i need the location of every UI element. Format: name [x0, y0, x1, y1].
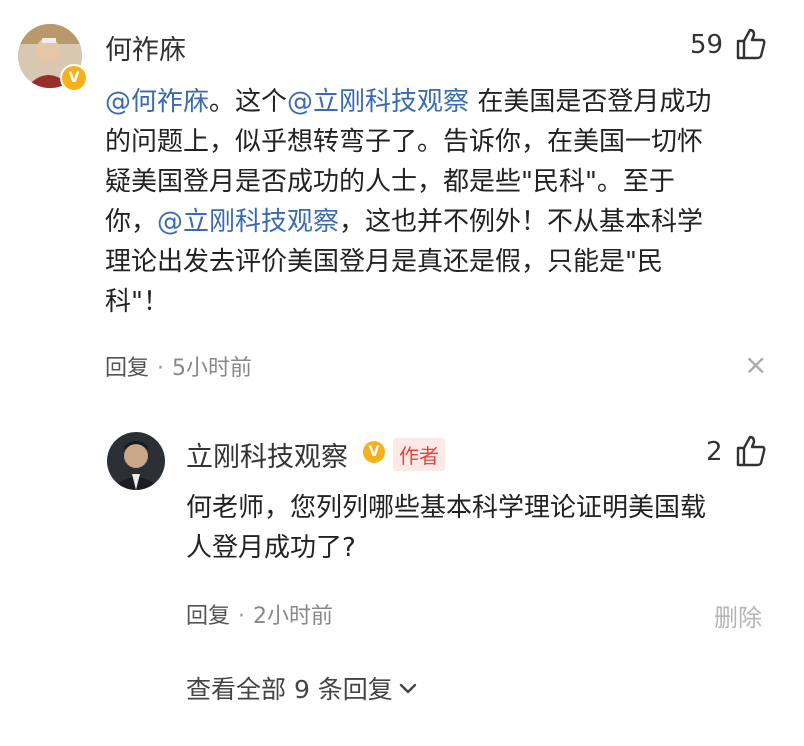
comment-timestamp: 5小时前 [172, 356, 253, 381]
avatar-image [107, 432, 165, 490]
comment-line-6: 科"！ [105, 287, 169, 317]
comment-line-3: 疑美国登月是否成功的人士，都是些"民科"。至于 [105, 167, 675, 197]
separator-dot: · [157, 356, 165, 381]
text-span: 在美国是否登月成功 [477, 87, 712, 117]
thumbs-up-icon[interactable] [734, 434, 768, 468]
mention-link[interactable]: @何祚庥 [105, 87, 209, 117]
reply-button[interactable]: 回复 [186, 604, 230, 629]
view-all-replies-button[interactable]: 查看全部 9 条回复 [186, 670, 419, 706]
reply-author-name[interactable]: 立刚科技观察 [186, 435, 348, 474]
thumbs-up-icon[interactable] [734, 27, 768, 61]
delete-button[interactable]: 删除 [714, 598, 762, 633]
separator-dot: · [238, 604, 246, 629]
mention-link[interactable]: @立刚科技观察 [157, 207, 339, 237]
comment-line-1: @何祚庥。这个@立刚科技观察 在美国是否登月成功 [105, 82, 775, 122]
reply-button[interactable]: 回复 [105, 356, 149, 381]
comment-body: @何祚庥。这个@立刚科技观察 在美国是否登月成功 的问题上，似乎想转弯子了。告诉… [105, 82, 775, 322]
reply-body: 何老师，您列列哪些基本科学理论证明美国载 人登月成功了? [186, 488, 766, 568]
chevron-down-icon [399, 683, 417, 694]
verified-badge-icon: V [60, 64, 88, 92]
comment-meta: 回复 · 5小时前 [105, 350, 252, 382]
comment-like-count: 59 [690, 30, 724, 60]
comment-author-name[interactable]: 何祚庥 [105, 28, 186, 67]
reply-timestamp: 2小时前 [253, 604, 334, 629]
text-span: 。这个 [209, 87, 288, 117]
author-tag: 作者 [393, 438, 445, 471]
text-span: 你， [105, 207, 158, 237]
reply-like-count: 2 [706, 437, 723, 467]
comment-line-5: 理论出发去评价美国登月是真还是假，只能是"民 [105, 247, 663, 277]
view-all-label: 查看全部 9 条回复 [186, 675, 393, 704]
close-icon[interactable]: × [744, 348, 767, 381]
reply-line-2: 人登月成功了? [186, 533, 356, 563]
text-span: ，这也并不例外！不从基本科学 [339, 207, 704, 237]
mention-link[interactable]: @立刚科技观察 [287, 87, 469, 117]
avatar[interactable] [107, 432, 165, 490]
verified-badge-icon: V [363, 441, 385, 463]
comment-line-4: 你，@立刚科技观察，这也并不例外！不从基本科学 [105, 202, 775, 242]
reply-line-1: 何老师，您列列哪些基本科学理论证明美国载 [186, 493, 707, 523]
reply-meta: 回复 · 2小时前 [186, 598, 333, 630]
comment-line-2: 的问题上，似乎想转弯子了。告诉你，在美国一切怀 [105, 127, 704, 157]
comment-avatar-wrap[interactable]: V [18, 24, 88, 92]
